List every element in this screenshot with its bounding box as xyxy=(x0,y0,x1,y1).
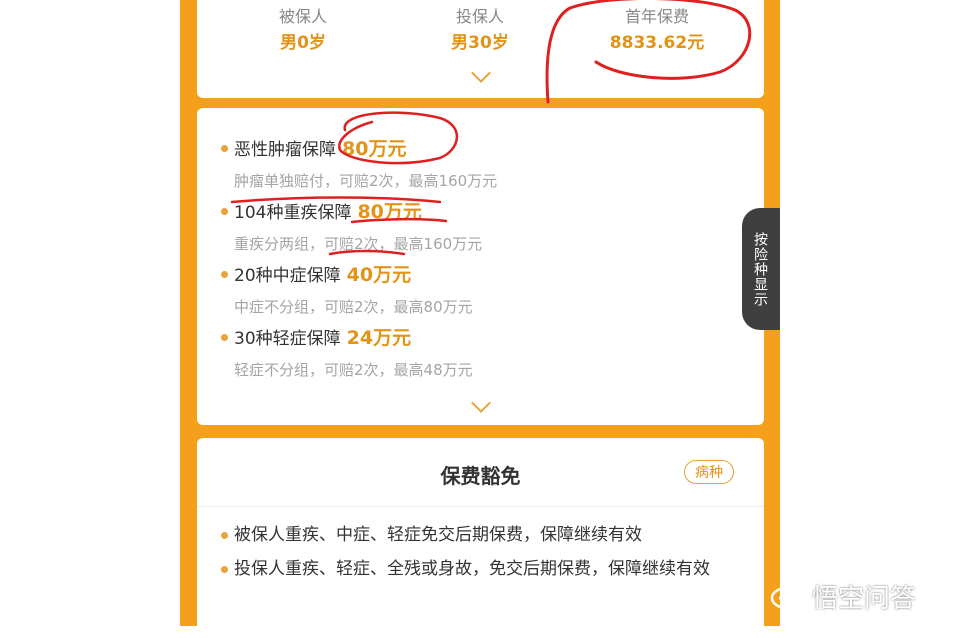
amount-underline-mark xyxy=(230,196,442,204)
premium-circle-mark xyxy=(545,0,752,104)
watermark-text: 悟空问答 xyxy=(812,584,917,614)
watermark: 悟空问答 xyxy=(770,578,916,615)
amount-circle-mark xyxy=(338,111,459,165)
amount-underline-mark-2 xyxy=(350,217,448,224)
watermark-logo-icon xyxy=(770,586,804,609)
annotation-marks xyxy=(230,0,752,256)
payout-underline-mark xyxy=(328,249,406,256)
